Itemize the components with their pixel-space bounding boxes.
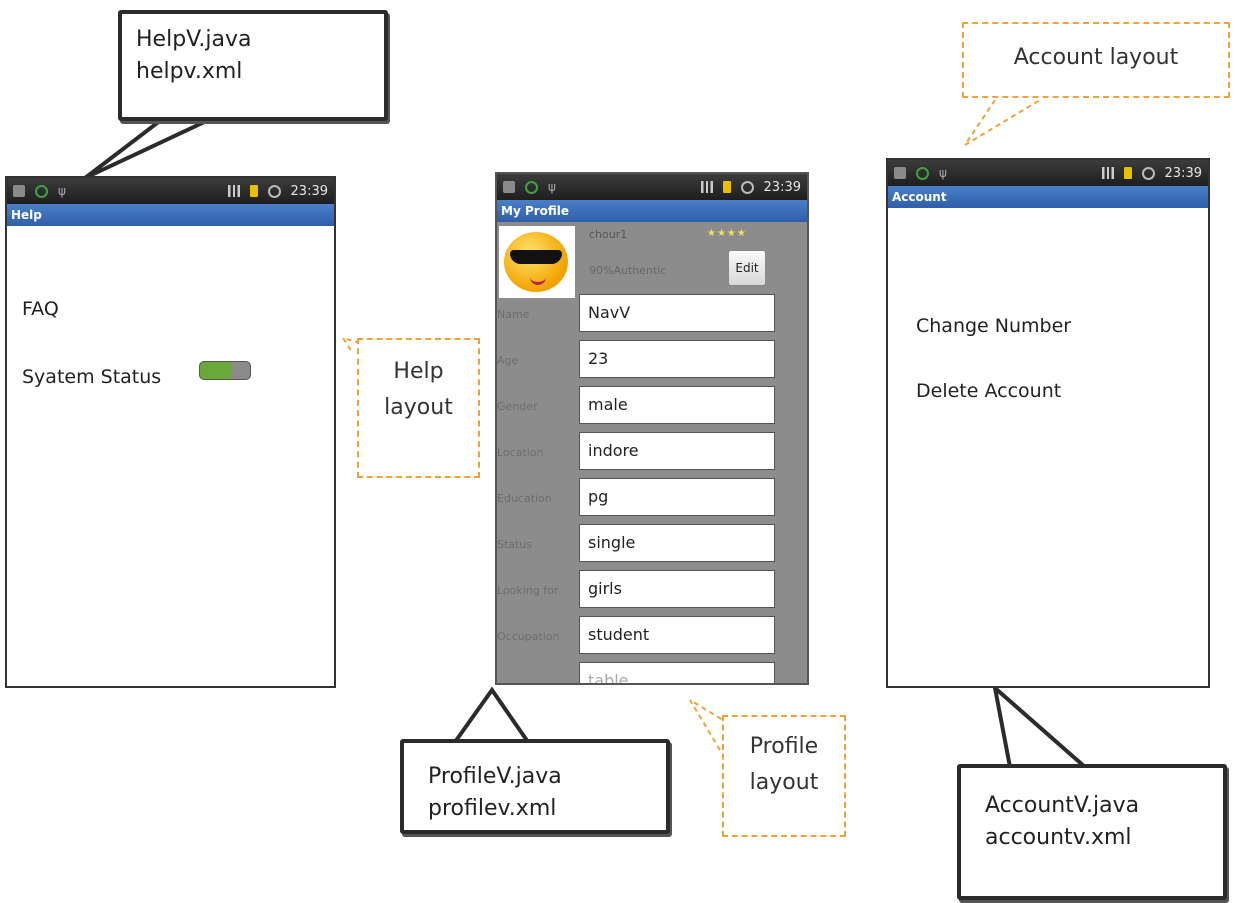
profile-callout-tail <box>451 686 532 744</box>
profile-note-pointer <box>689 699 724 751</box>
mail-icon <box>894 167 906 179</box>
help-callout-line-2: helpv.xml <box>136 59 243 84</box>
field-row-age: Age 23 <box>497 340 807 380</box>
account-callout-line-1: AccountV.java <box>985 793 1140 818</box>
help-screen: ψ 23:39 Help FAQ Syatem Status <box>5 176 336 688</box>
field-label: Education <box>497 492 552 505</box>
age-field[interactable]: 23 <box>579 340 775 378</box>
delete-account-item[interactable]: Delete Account <box>916 380 1061 402</box>
alarm-icon <box>267 184 281 198</box>
field-label: Looking for <box>497 584 559 597</box>
clock: 23:39 <box>290 183 328 199</box>
profile-layout-note: Profile layout <box>722 715 846 837</box>
account-callout: AccountV.java accountv.xml <box>957 764 1227 900</box>
mail-icon <box>13 185 25 197</box>
status-field[interactable]: single <box>579 524 775 562</box>
field-row-name: Name NavV <box>497 294 807 334</box>
status-bar: ψ 23:39 <box>7 178 334 204</box>
help-callout: HelpV.java helpv.xml <box>118 10 388 121</box>
system-status-toggle[interactable] <box>199 361 251 380</box>
help-layout-note-line-1: Help <box>393 359 444 384</box>
education-field[interactable]: pg <box>579 478 775 516</box>
partial-field[interactable]: table <box>579 662 775 683</box>
field-row-location: Location indore <box>497 432 807 472</box>
field-label: Location <box>497 446 544 459</box>
sync-icon <box>525 180 538 194</box>
field-label: Status <box>497 538 533 551</box>
occupation-field[interactable]: student <box>579 616 775 654</box>
gender-field[interactable]: male <box>579 386 775 424</box>
sync-icon <box>916 166 929 180</box>
account-note-pointer <box>964 99 1041 146</box>
help-layout-note: Help layout <box>357 338 480 478</box>
field-row-partial: table <box>497 662 807 683</box>
alarm-icon <box>740 180 754 194</box>
profile-title-bar: My Profile <box>497 200 807 222</box>
help-callout-tail <box>83 115 216 180</box>
profile-callout-line-2: profilev.xml <box>428 796 557 821</box>
alarm-icon <box>1141 166 1155 180</box>
help-title-bar: Help <box>7 204 334 226</box>
field-label: Gender <box>497 400 538 413</box>
field-row-looking-for: Looking for girls <box>497 570 807 610</box>
profile-callout-line-1: ProfileV.java <box>428 764 562 789</box>
profile-layout-note-line-2: layout <box>749 770 819 795</box>
change-number-item[interactable]: Change Number <box>916 315 1071 337</box>
profile-body: chour1 ★★★★ 90%Authentic Edit Name NavV … <box>497 222 807 683</box>
field-label: Occupation <box>497 630 560 643</box>
usb-icon: ψ <box>548 180 556 194</box>
account-title-bar: Account <box>888 186 1208 208</box>
profile-callout: ProfileV.java profilev.xml <box>400 739 670 834</box>
name-field[interactable]: NavV <box>579 294 775 332</box>
status-bar: ψ 23:39 <box>497 174 807 200</box>
system-status-item[interactable]: Syatem Status <box>22 366 161 388</box>
status-bar: ψ 23:39 <box>888 160 1208 186</box>
field-label: Name <box>497 308 530 321</box>
account-layout-note-text: Account layout <box>1013 45 1179 70</box>
field-row-occupation: Occupation student <box>497 616 807 656</box>
battery-icon <box>249 185 258 197</box>
clock: 23:39 <box>763 179 801 195</box>
battery-icon <box>1123 167 1132 179</box>
authenticity-score: 90%Authentic <box>589 264 667 277</box>
field-row-status: Status single <box>497 524 807 564</box>
signal-icon <box>700 181 713 193</box>
usb-icon: ψ <box>58 184 66 198</box>
profile-screen: ψ 23:39 My Profile chour1 ★★★★ 90%Authen… <box>495 172 809 685</box>
avatar[interactable] <box>499 226 575 298</box>
battery-icon <box>722 181 731 193</box>
edit-button[interactable]: Edit <box>728 250 766 286</box>
rating-stars: ★★★★ <box>707 228 747 239</box>
looking-for-field[interactable]: girls <box>579 570 775 608</box>
clock: 23:39 <box>1164 165 1202 181</box>
profile-layout-note-line-1: Profile <box>749 734 819 759</box>
account-layout-note: Account layout <box>962 22 1230 98</box>
signal-icon <box>1101 167 1114 179</box>
account-screen: ψ 23:39 Account Change Number Delete Acc… <box>886 158 1210 688</box>
help-callout-line-1: HelpV.java <box>136 27 252 52</box>
signal-icon <box>227 185 240 197</box>
field-row-gender: Gender male <box>497 386 807 426</box>
field-row-education: Education pg <box>497 478 807 518</box>
account-callout-tail <box>991 682 1091 769</box>
help-layout-note-line-2: layout <box>384 395 453 420</box>
faq-item[interactable]: FAQ <box>22 298 59 320</box>
profile-username: chour1 <box>589 228 628 241</box>
location-field[interactable]: indore <box>579 432 775 470</box>
mail-icon <box>503 181 515 193</box>
sunglasses-smiley-icon <box>504 232 568 292</box>
account-callout-line-2: accountv.xml <box>985 825 1132 850</box>
usb-icon: ψ <box>939 166 947 180</box>
field-label: Age <box>497 354 519 367</box>
sync-icon <box>35 184 48 198</box>
